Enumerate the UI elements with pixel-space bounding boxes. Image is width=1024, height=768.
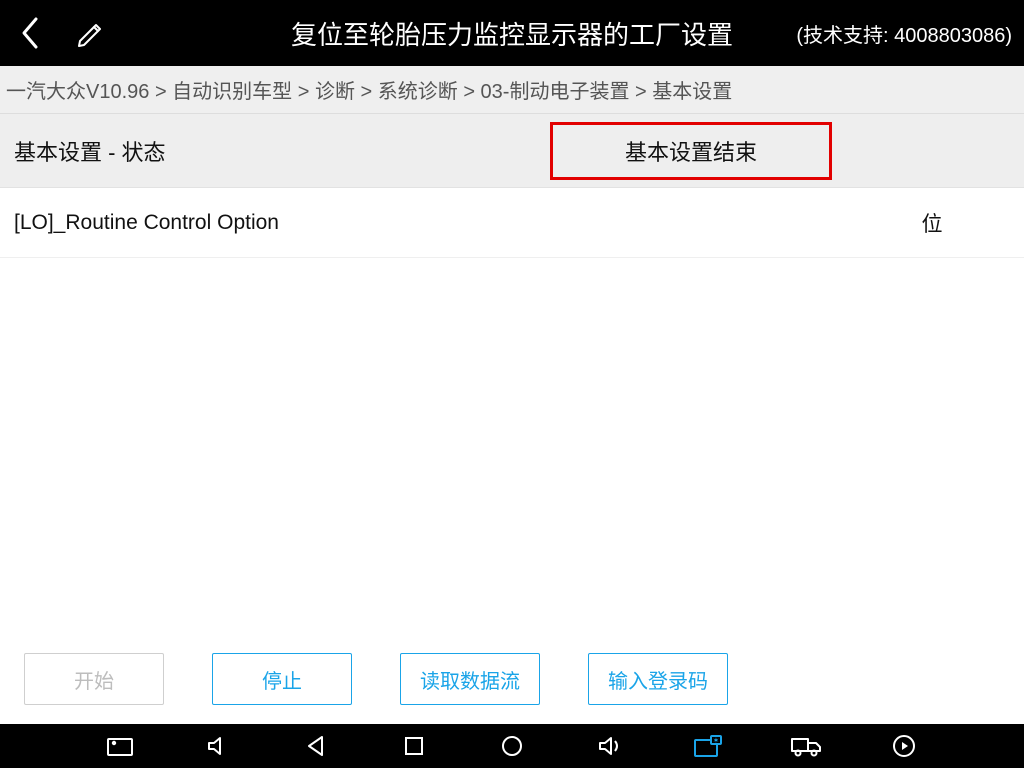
screen-share-button[interactable]: ✶: [691, 729, 725, 763]
camera-button[interactable]: [103, 729, 137, 763]
nav-back-icon: [305, 735, 327, 757]
truck-icon: [790, 735, 822, 757]
status-badge: 基本设置结束: [550, 122, 832, 180]
speaker-high-icon: [597, 734, 623, 758]
square-icon: [404, 736, 424, 756]
speaker-low-icon: [206, 734, 230, 758]
content-area: [0, 258, 1024, 634]
status-value-cell: 基本设置结束: [542, 116, 840, 186]
breadcrumb: 一汽大众V10.96 > 自动识别车型 > 诊断 > 系统诊断 > 03-制动电…: [0, 66, 1024, 114]
app-header: 复位至轮胎压力监控显示器的工厂设置 (技术支持: 4008803086): [0, 0, 1024, 66]
start-button: 开始: [24, 653, 164, 705]
table-row: [LO]_Routine Control Option 位: [0, 188, 1024, 258]
row-name: [LO]_Routine Control Option: [0, 211, 542, 235]
read-data-stream-button[interactable]: 读取数据流: [400, 653, 540, 705]
vehicle-button[interactable]: [789, 729, 823, 763]
status-label: 基本设置 - 状态: [0, 135, 542, 167]
play-circle-icon: [892, 734, 916, 758]
volume-up-button[interactable]: [593, 729, 627, 763]
stop-button[interactable]: 停止: [212, 653, 352, 705]
pencil-icon: [76, 19, 104, 47]
action-bar: 开始 停止 读取数据流 输入登录码: [0, 634, 1024, 724]
back-nav-button[interactable]: [299, 729, 333, 763]
row-unit: 位: [840, 208, 1024, 238]
circle-icon: [501, 735, 523, 757]
chevron-left-icon: [19, 16, 41, 50]
home-button[interactable]: [495, 729, 529, 763]
volume-down-button[interactable]: [201, 729, 235, 763]
screen-share-icon: ✶: [693, 734, 723, 758]
system-nav-bar: ✶: [0, 724, 1024, 768]
status-row: 基本设置 - 状态 基本设置结束: [0, 114, 1024, 188]
camera-icon: [106, 735, 134, 757]
edit-button[interactable]: [60, 0, 120, 66]
back-button[interactable]: [0, 0, 60, 66]
enter-login-code-button[interactable]: 输入登录码: [588, 653, 728, 705]
svg-text:✶: ✶: [713, 736, 720, 745]
support-phone: (技术支持: 4008803086): [796, 19, 1012, 48]
play-button[interactable]: [887, 729, 921, 763]
recent-apps-button[interactable]: [397, 729, 431, 763]
